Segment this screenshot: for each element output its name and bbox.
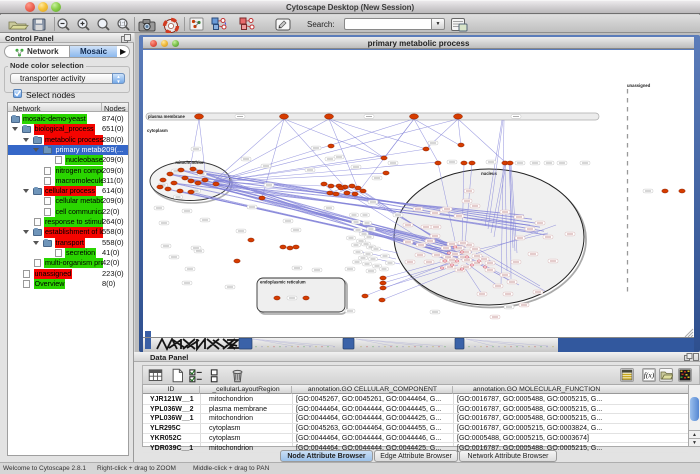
svg-text:endoplasmic reticulum: endoplasmic reticulum (260, 280, 306, 285)
svg-text:plasma membrane: plasma membrane (148, 114, 185, 119)
svg-text:unassigned: unassigned (627, 83, 651, 88)
svg-text:f(x): f(x) (644, 371, 655, 380)
svg-text:nucleus: nucleus (481, 171, 497, 176)
svg-text:cytoplasm: cytoplasm (147, 128, 168, 133)
svg-text:mitochondrion: mitochondrion (175, 160, 205, 165)
svg-text:1:1: 1:1 (119, 22, 126, 28)
